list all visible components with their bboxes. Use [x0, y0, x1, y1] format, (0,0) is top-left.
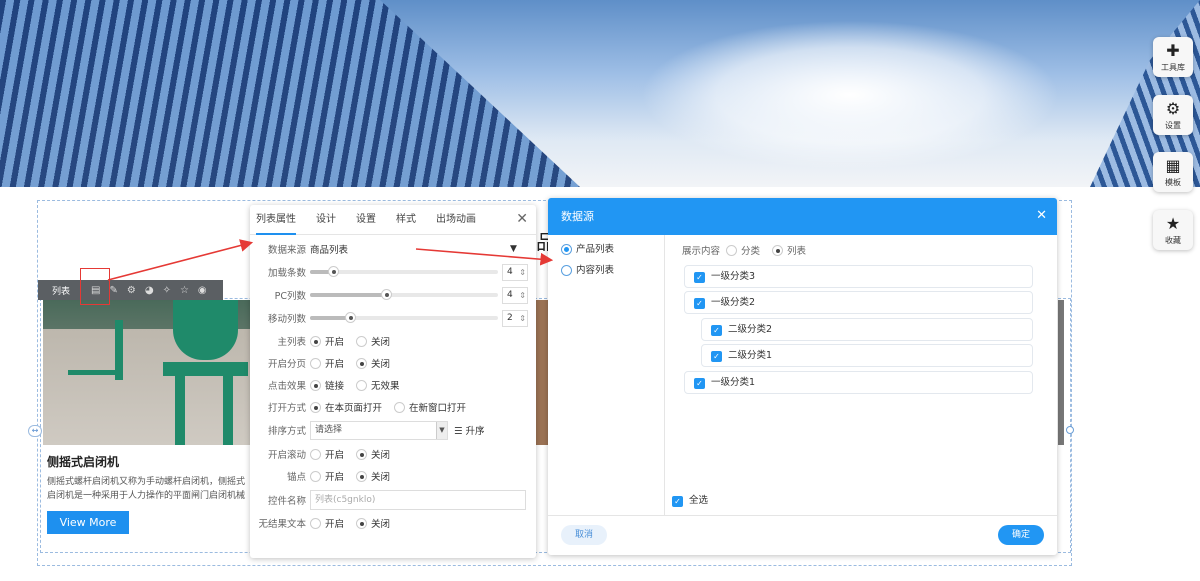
widget-toolbar: 列表 ▤ ✎ ⚙ ◕ ✧ ☆ ◉ [38, 280, 223, 300]
main-list-label: 主列表 [277, 337, 306, 348]
radio-off[interactable]: 关闭 [356, 469, 390, 483]
data-source-label: 数据来源 [267, 245, 306, 256]
template-icon: ▦ [1165, 156, 1181, 175]
card-image-4 [1058, 300, 1064, 445]
toolbox-button[interactable]: ✚ 工具库 [1153, 37, 1193, 77]
load-count-input[interactable]: 4 [502, 263, 528, 281]
radio-off[interactable]: 关闭 [356, 516, 390, 530]
load-count-slider[interactable] [310, 266, 498, 277]
close-icon[interactable]: ✕ [1036, 208, 1047, 223]
sort-select[interactable]: 请选择 ▼ [310, 420, 448, 440]
product-image[interactable] [43, 300, 250, 445]
category-item[interactable]: ✓ 二级分类1 [701, 344, 1033, 367]
palette-icon[interactable]: ◕ [145, 285, 154, 296]
sort-order-button[interactable]: ☰ 升序 [454, 423, 485, 437]
star-gear-icon: ★ [1165, 214, 1181, 233]
slider-label: 移动列数 [267, 314, 306, 325]
radio-on[interactable]: 开启 [310, 356, 344, 370]
dialog-title: 数据源 [548, 198, 1057, 235]
select-all-checkbox[interactable]: ✓ 全选 [672, 492, 708, 507]
chevron-down-icon: ▼ [436, 421, 447, 439]
checkbox-checked-icon: ✓ [711, 351, 722, 362]
settings-button[interactable]: ⚙ 设置 [1153, 95, 1193, 135]
radio-on[interactable]: 开启 [310, 516, 344, 530]
checkbox-checked-icon: ✓ [694, 272, 705, 283]
source-type-list: 产品列表 内容列表 [548, 235, 665, 515]
edit-icon[interactable]: ✎ [109, 285, 117, 296]
checkbox-checked-icon: ✓ [694, 298, 705, 309]
source-content-list[interactable]: 内容列表 [561, 262, 614, 276]
cancel-button[interactable]: 取消 [561, 525, 607, 545]
tab-settings[interactable]: 设置 [356, 205, 376, 235]
widget-type-label: 列表 [52, 286, 71, 297]
close-icon[interactable]: ✕ [516, 211, 528, 227]
view-more-button[interactable]: View More [47, 511, 129, 534]
dialog-footer: 取消 确定 [548, 515, 1057, 555]
category-item[interactable]: ✓ 一级分类3 [684, 265, 1033, 288]
tab-style[interactable]: 样式 [396, 205, 416, 235]
radio-list[interactable]: 列表 [772, 243, 806, 257]
checkbox-checked-icon: ✓ [711, 325, 722, 336]
product-description: 侧摇式螺杆启闭机又称为手动螺杆启闭机，侧摇式 启闭机是一种采用于人力操作的平面闸门… [47, 477, 246, 501]
no-result-label: 无结果文本 [258, 519, 306, 530]
radio-on[interactable]: 开启 [310, 469, 344, 483]
animation-icon[interactable]: ✧ [163, 285, 171, 296]
star-icon[interactable]: ☆ [180, 285, 189, 296]
click-effect-label: 点击效果 [267, 381, 306, 392]
radio-off[interactable]: 关闭 [356, 447, 390, 461]
gears-icon: ⚙ [1165, 99, 1181, 118]
panel-tabs: 列表属性 设计 设置 样式 出场动画 [250, 205, 536, 235]
highlight-box [80, 268, 110, 305]
list-properties-panel: 列表属性 设计 设置 样式 出场动画 ✕ 数据来源商品列表▼ 加载条数4 PC列… [250, 205, 536, 558]
display-content-row: 展示内容 分类 列表 [682, 243, 818, 257]
category-item[interactable]: ✓ 一级分类2 [684, 291, 1033, 314]
pc-columns-input[interactable]: 4 [502, 286, 528, 304]
slider-label: 加载条数 [267, 268, 306, 279]
plus-icon: ✚ [1166, 41, 1180, 60]
template-button[interactable]: ▦ 模板 [1153, 152, 1193, 192]
mobile-columns-slider[interactable] [310, 312, 498, 323]
radio-no-effect[interactable]: 无效果 [356, 378, 400, 392]
chevron-down-icon[interactable]: ▼ [510, 244, 517, 254]
radio-same-page[interactable]: 在本页面打开 [310, 400, 382, 414]
category-item[interactable]: ✓ 一级分类1 [684, 371, 1033, 394]
mobile-columns-input[interactable]: 2 [502, 309, 528, 327]
data-source-select[interactable]: 商品列表 [310, 242, 510, 256]
resize-handle-left[interactable]: ↔ [28, 425, 42, 437]
tab-animation[interactable]: 出场动画 [436, 205, 476, 235]
radio-category[interactable]: 分类 [726, 243, 760, 257]
gear-icon[interactable]: ⚙ [127, 285, 136, 296]
radio-link[interactable]: 链接 [310, 378, 344, 392]
product-title[interactable]: 侧摇式启闭机 [47, 453, 119, 470]
data-source-dialog: 数据源 ✕ 产品列表 内容列表 展示内容 分类 列表 ✓ 一级分类3 ✓ 一级分类2… [548, 198, 1057, 555]
scroll-label: 开启滚动 [267, 450, 306, 461]
radio-on[interactable]: 开启 [310, 334, 344, 348]
tab-design[interactable]: 设计 [316, 205, 336, 235]
checkbox-checked-icon: ✓ [694, 378, 705, 389]
confirm-button[interactable]: 确定 [998, 525, 1044, 545]
resize-handle-right[interactable] [1066, 426, 1074, 434]
banner-cloud [640, 20, 1060, 170]
favorites-button[interactable]: ★ 收藏 [1153, 210, 1193, 250]
radio-off[interactable]: 关闭 [356, 356, 390, 370]
pagination-label: 开启分页 [267, 359, 306, 370]
radio-on[interactable]: 开启 [310, 447, 344, 461]
radio-off[interactable]: 关闭 [356, 334, 390, 348]
sort-label: 排序方式 [267, 426, 306, 437]
source-product-list[interactable]: 产品列表 [561, 241, 614, 255]
widget-name-label: 控件名称 [267, 496, 306, 507]
tab-list-properties[interactable]: 列表属性 [256, 205, 296, 235]
widget-name-input[interactable]: 列表(c5gnklo) [310, 490, 526, 510]
category-item[interactable]: ✓ 二级分类2 [701, 318, 1033, 341]
anchor-label: 锚点 [286, 472, 306, 483]
open-mode-label: 打开方式 [267, 403, 306, 414]
pc-columns-slider[interactable] [310, 289, 498, 300]
eye-icon[interactable]: ◉ [198, 285, 207, 296]
card-image-2 [536, 300, 548, 445]
slider-label: PC列数 [274, 291, 306, 302]
radio-new-window[interactable]: 在新窗口打开 [394, 400, 466, 414]
